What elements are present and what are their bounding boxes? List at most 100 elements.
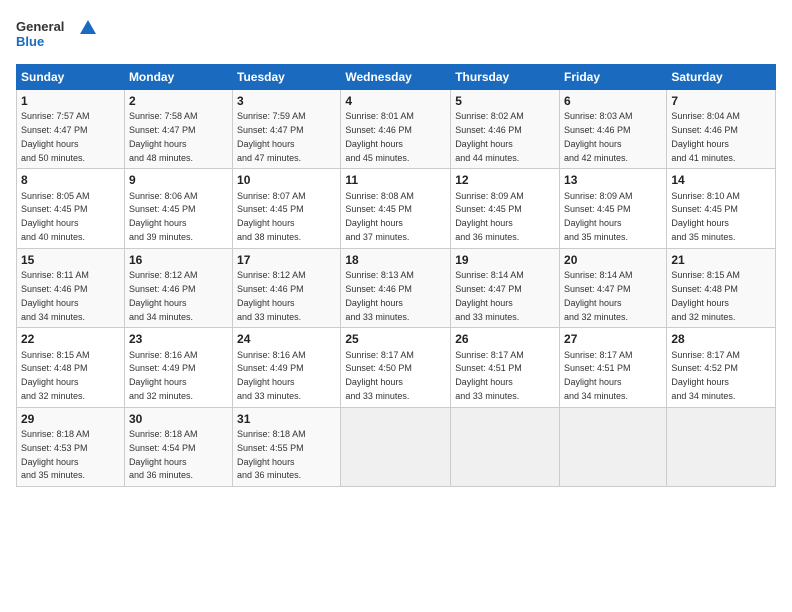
day-detail: Sunrise: 8:15 AMSunset: 4:48 PMDaylight … (671, 270, 740, 321)
header: General Blue (16, 16, 776, 54)
day-number: 12 (455, 172, 555, 188)
calendar-week-1: 1 Sunrise: 7:57 AMSunset: 4:47 PMDaylight… (17, 90, 776, 169)
calendar-cell: 28 Sunrise: 8:17 AMSunset: 4:52 PMDayligh… (667, 328, 776, 407)
calendar-cell: 3 Sunrise: 7:59 AMSunset: 4:47 PMDaylight… (233, 90, 341, 169)
calendar-cell: 11 Sunrise: 8:08 AMSunset: 4:45 PMDayligh… (341, 169, 451, 248)
calendar-week-2: 8 Sunrise: 8:05 AMSunset: 4:45 PMDaylight… (17, 169, 776, 248)
calendar-cell: 4 Sunrise: 8:01 AMSunset: 4:46 PMDaylight… (341, 90, 451, 169)
day-detail: Sunrise: 8:03 AMSunset: 4:46 PMDaylight … (564, 111, 633, 162)
day-number: 22 (21, 331, 120, 347)
calendar-table: SundayMondayTuesdayWednesdayThursdayFrid… (16, 64, 776, 487)
day-number: 17 (237, 252, 336, 268)
calendar-cell: 19 Sunrise: 8:14 AMSunset: 4:47 PMDayligh… (451, 248, 560, 327)
calendar-cell: 26 Sunrise: 8:17 AMSunset: 4:51 PMDayligh… (451, 328, 560, 407)
calendar-week-4: 22 Sunrise: 8:15 AMSunset: 4:48 PMDayligh… (17, 328, 776, 407)
day-detail: Sunrise: 8:09 AMSunset: 4:45 PMDaylight … (564, 191, 633, 242)
col-header-sunday: Sunday (17, 65, 125, 90)
day-detail: Sunrise: 8:06 AMSunset: 4:45 PMDaylight … (129, 191, 198, 242)
day-detail: Sunrise: 8:16 AMSunset: 4:49 PMDaylight … (129, 350, 198, 401)
calendar-cell (341, 407, 451, 486)
day-number: 18 (345, 252, 446, 268)
day-detail: Sunrise: 8:01 AMSunset: 4:46 PMDaylight … (345, 111, 414, 162)
calendar-header-row: SundayMondayTuesdayWednesdayThursdayFrid… (17, 65, 776, 90)
day-detail: Sunrise: 8:02 AMSunset: 4:46 PMDaylight … (455, 111, 524, 162)
day-number: 26 (455, 331, 555, 347)
day-number: 14 (671, 172, 771, 188)
day-detail: Sunrise: 7:58 AMSunset: 4:47 PMDaylight … (129, 111, 198, 162)
day-number: 1 (21, 93, 120, 109)
day-detail: Sunrise: 8:12 AMSunset: 4:46 PMDaylight … (237, 270, 306, 321)
col-header-friday: Friday (560, 65, 667, 90)
day-number: 31 (237, 411, 336, 427)
day-number: 6 (564, 93, 662, 109)
day-detail: Sunrise: 8:17 AMSunset: 4:50 PMDaylight … (345, 350, 414, 401)
calendar-cell: 27 Sunrise: 8:17 AMSunset: 4:51 PMDayligh… (560, 328, 667, 407)
day-number: 3 (237, 93, 336, 109)
day-number: 16 (129, 252, 228, 268)
col-header-monday: Monday (124, 65, 232, 90)
day-detail: Sunrise: 8:14 AMSunset: 4:47 PMDaylight … (564, 270, 633, 321)
day-detail: Sunrise: 8:11 AMSunset: 4:46 PMDaylight … (21, 270, 89, 321)
day-detail: Sunrise: 8:04 AMSunset: 4:46 PMDaylight … (671, 111, 740, 162)
day-detail: Sunrise: 8:17 AMSunset: 4:51 PMDaylight … (564, 350, 633, 401)
svg-text:Blue: Blue (16, 34, 44, 49)
calendar-week-5: 29Sunrise: 8:18 AMSunset: 4:53 PMDayligh… (17, 407, 776, 486)
day-number: 30 (129, 411, 228, 427)
calendar-cell: 17 Sunrise: 8:12 AMSunset: 4:46 PMDayligh… (233, 248, 341, 327)
calendar-cell: 12 Sunrise: 8:09 AMSunset: 4:45 PMDayligh… (451, 169, 560, 248)
calendar-cell: 7 Sunrise: 8:04 AMSunset: 4:46 PMDaylight… (667, 90, 776, 169)
calendar-cell: 8 Sunrise: 8:05 AMSunset: 4:45 PMDaylight… (17, 169, 125, 248)
page-container: General Blue SundayMondayTuesdayWednesda… (0, 0, 792, 495)
day-number: 23 (129, 331, 228, 347)
day-number: 24 (237, 331, 336, 347)
day-number: 28 (671, 331, 771, 347)
day-detail: Sunrise: 8:14 AMSunset: 4:47 PMDaylight … (455, 270, 524, 321)
calendar-cell: 14 Sunrise: 8:10 AMSunset: 4:45 PMDayligh… (667, 169, 776, 248)
day-detail: Sunrise: 8:16 AMSunset: 4:49 PMDaylight … (237, 350, 306, 401)
day-detail: Sunrise: 8:10 AMSunset: 4:45 PMDaylight … (671, 191, 740, 242)
col-header-thursday: Thursday (451, 65, 560, 90)
day-number: 19 (455, 252, 555, 268)
day-number: 11 (345, 172, 446, 188)
calendar-cell: 13Sunrise: 8:09 AMSunset: 4:45 PMDayligh… (560, 169, 667, 248)
calendar-cell: 29Sunrise: 8:18 AMSunset: 4:53 PMDayligh… (17, 407, 125, 486)
day-number: 15 (21, 252, 120, 268)
day-number: 4 (345, 93, 446, 109)
day-detail: Sunrise: 7:59 AMSunset: 4:47 PMDaylight … (237, 111, 306, 162)
day-detail: Sunrise: 8:09 AMSunset: 4:45 PMDaylight … (455, 191, 524, 242)
day-number: 27 (564, 331, 662, 347)
calendar-week-3: 15 Sunrise: 8:11 AMSunset: 4:46 PMDayligh… (17, 248, 776, 327)
logo-svg: General Blue (16, 16, 96, 54)
calendar-cell (451, 407, 560, 486)
day-detail: Sunrise: 8:18 AMSunset: 4:55 PMDaylight … (237, 429, 306, 480)
day-number: 25 (345, 331, 446, 347)
calendar-cell: 10Sunrise: 8:07 AMSunset: 4:45 PMDayligh… (233, 169, 341, 248)
calendar-cell: 1 Sunrise: 7:57 AMSunset: 4:47 PMDaylight… (17, 90, 125, 169)
day-number: 20 (564, 252, 662, 268)
day-detail: Sunrise: 7:57 AMSunset: 4:47 PMDaylight … (21, 111, 90, 162)
day-detail: Sunrise: 8:17 AMSunset: 4:51 PMDaylight … (455, 350, 524, 401)
day-detail: Sunrise: 8:05 AMSunset: 4:45 PMDaylight … (21, 191, 90, 242)
day-number: 8 (21, 172, 120, 188)
day-detail: Sunrise: 8:15 AMSunset: 4:48 PMDaylight … (21, 350, 90, 401)
svg-text:General: General (16, 19, 64, 34)
day-detail: Sunrise: 8:17 AMSunset: 4:52 PMDaylight … (671, 350, 740, 401)
logo: General Blue (16, 16, 96, 54)
calendar-cell (560, 407, 667, 486)
day-number: 7 (671, 93, 771, 109)
calendar-cell: 25 Sunrise: 8:17 AMSunset: 4:50 PMDayligh… (341, 328, 451, 407)
day-number: 2 (129, 93, 228, 109)
day-detail: Sunrise: 8:12 AMSunset: 4:46 PMDaylight … (129, 270, 198, 321)
day-number: 9 (129, 172, 228, 188)
calendar-cell: 23 Sunrise: 8:16 AMSunset: 4:49 PMDayligh… (124, 328, 232, 407)
day-number: 29 (21, 411, 120, 427)
calendar-cell: 15 Sunrise: 8:11 AMSunset: 4:46 PMDayligh… (17, 248, 125, 327)
day-number: 5 (455, 93, 555, 109)
calendar-cell: 24 Sunrise: 8:16 AMSunset: 4:49 PMDayligh… (233, 328, 341, 407)
calendar-cell: 30Sunrise: 8:18 AMSunset: 4:54 PMDayligh… (124, 407, 232, 486)
day-detail: Sunrise: 8:08 AMSunset: 4:45 PMDaylight … (345, 191, 414, 242)
calendar-cell: 6 Sunrise: 8:03 AMSunset: 4:46 PMDaylight… (560, 90, 667, 169)
calendar-cell (667, 407, 776, 486)
calendar-cell: 18Sunrise: 8:13 AMSunset: 4:46 PMDayligh… (341, 248, 451, 327)
col-header-tuesday: Tuesday (233, 65, 341, 90)
